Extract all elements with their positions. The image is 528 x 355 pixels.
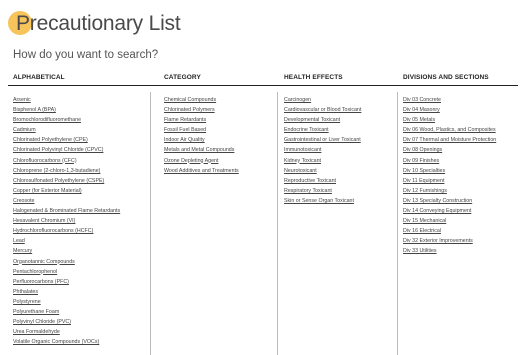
list-item-link[interactable]: Indoor Air Quality [164, 135, 277, 145]
page-title: Precautionary List [16, 12, 181, 35]
list-item-link[interactable]: Chlorinated Polyethylene (CPE) [13, 135, 150, 145]
list-item-link[interactable]: Div 04 Masonry [403, 105, 521, 115]
list-item-link[interactable]: Div 33 Utilities [403, 246, 521, 256]
column-header-divisions: DIVISIONS AND SECTIONS [403, 71, 489, 84]
list-item-link[interactable]: Developmental Toxicant [284, 115, 397, 125]
column-header-label: DIVISIONS AND SECTIONS [403, 74, 489, 81]
column-header-label: ALPHABETICAL [13, 74, 65, 81]
list-item-link[interactable]: Creosote [13, 196, 150, 206]
list-item-link[interactable]: Hydrochlorofluorocarbons (HCFC) [13, 226, 150, 236]
list-item-link[interactable]: Carcinogen [284, 95, 397, 105]
column-header-label: CATEGORY [164, 74, 201, 81]
list-item-link[interactable]: Urea Formaldehyde [13, 327, 150, 337]
list-item-link[interactable]: Chloroprene (2-chloro-1,3-butadiene) [13, 166, 150, 176]
list-item-link[interactable]: Polyurethane Foam [13, 307, 150, 317]
list-item-link[interactable]: Arsenic [13, 95, 150, 105]
list-item-link[interactable]: Chlorinated Polymers [164, 105, 277, 115]
list-item-link[interactable]: Immunotoxicant [284, 145, 397, 155]
list-item-link[interactable]: Bromochlorodifluoromethane [13, 115, 150, 125]
list-item-link[interactable]: Pentachlorophenol [13, 267, 150, 277]
list-item-link[interactable]: Div 12 Furnishings [403, 186, 521, 196]
list-item-link[interactable]: Lead [13, 236, 150, 246]
list-item-link[interactable]: Div 03 Concrete [403, 95, 521, 105]
list-item-link[interactable]: Reproductive Toxicant [284, 176, 397, 186]
list-item-link[interactable]: Div 07 Thermal and Moisture Protection [403, 135, 521, 145]
list-item-link[interactable]: Neurotoxicant [284, 166, 397, 176]
list-item-link[interactable]: Respiratory Toxicant [284, 186, 397, 196]
list-item-link[interactable]: Div 06 Wood, Plastics, and Composites [403, 125, 521, 135]
list-item-link[interactable]: Organotannic Compounds [13, 257, 150, 267]
category-list: Chemical Compounds Chlorinated Polymers Fl… [164, 92, 278, 355]
list-item-link[interactable]: Chlorofluorocarbons (CFC) [13, 156, 150, 166]
list-item-link[interactable]: Flame Retardants [164, 115, 277, 125]
list-item-link[interactable]: Perfluorocarbons (PFC) [13, 277, 150, 287]
column-header-label: HEALTH EFFECTS [284, 74, 343, 81]
alphabetical-list: Arsenic Bisphenol A (BPA) Bromochlorodiflu… [13, 92, 151, 355]
health-effects-list: Carcinogen Cardiovascular or Blood Toxica… [284, 92, 398, 355]
list-item-link[interactable]: Volatile Organic Compounds (VOCs) [13, 337, 150, 347]
divisions-list: Div 03 Concrete Div 04 Masonry Div 05 Meta… [403, 92, 521, 355]
list-item-link[interactable]: Div 09 Finishes [403, 156, 521, 166]
list-item-link[interactable]: Div 13 Specialty Construction [403, 196, 521, 206]
list-item-link[interactable]: Fossil Fuel Based [164, 125, 277, 135]
list-item-link[interactable]: Cadmium [13, 125, 150, 135]
list-item-link[interactable]: Mercury [13, 246, 150, 256]
list-item-link[interactable]: Polystyrene [13, 297, 150, 307]
list-item-link[interactable]: Div 08 Openings [403, 145, 521, 155]
list-item-link[interactable]: Endocrine Toxicant [284, 125, 397, 135]
list-item-link[interactable]: Halogenated & Brominated Flame Retardant… [13, 206, 150, 216]
header-rule [8, 85, 518, 86]
list-item-link[interactable]: Chlorosulfonated Polyethylene (CSPE) [13, 176, 150, 186]
list-item-link[interactable]: Div 11 Equipment [403, 176, 521, 186]
list-item-link[interactable]: Wood Additives and Treatments [164, 166, 277, 176]
list-item-link[interactable]: Div 15 Mechanical [403, 216, 521, 226]
list-item-link[interactable]: Chemical Compounds [164, 95, 277, 105]
list-item-link[interactable]: Div 10 Specialties [403, 166, 521, 176]
list-item-link[interactable]: Ozone Depleting Agent [164, 156, 277, 166]
list-item-link[interactable]: Bisphenol A (BPA) [13, 105, 150, 115]
list-item-link[interactable]: Hexavalent Chromium (VI) [13, 216, 150, 226]
list-item-link[interactable]: Gastrointestinal or Liver Toxicant [284, 135, 397, 145]
list-item-link[interactable]: Div 14 Conveying Equipment [403, 206, 521, 216]
search-prompt: How do you want to search? [13, 49, 159, 61]
list-item-link[interactable]: Div 32 Exterior Improvements [403, 236, 521, 246]
list-item-link[interactable]: Skin or Sense Organ Toxicant [284, 196, 397, 206]
column-header-alphabetical: ALPHABETICAL [13, 71, 65, 84]
list-item-link[interactable]: Kidney Toxicant [284, 156, 397, 166]
list-item-link[interactable]: Metals and Metal Compounds [164, 145, 277, 155]
list-item-link[interactable]: Chlorinated Polyvinyl Chloride (CPVC) [13, 145, 150, 155]
list-item-link[interactable]: Polyvinyl Chloride (PVC) [13, 317, 150, 327]
list-item-link[interactable]: Cardiovascular or Blood Toxicant [284, 105, 397, 115]
list-item-link[interactable]: Div 05 Metals [403, 115, 521, 125]
list-item-link[interactable]: Copper (for Exterior Material) [13, 186, 150, 196]
column-header-health-effects: HEALTH EFFECTS [284, 71, 343, 84]
list-item-link[interactable]: Phthalates [13, 287, 150, 297]
list-item-link[interactable]: Div 16 Electrical [403, 226, 521, 236]
column-header-category: CATEGORY [164, 71, 201, 84]
